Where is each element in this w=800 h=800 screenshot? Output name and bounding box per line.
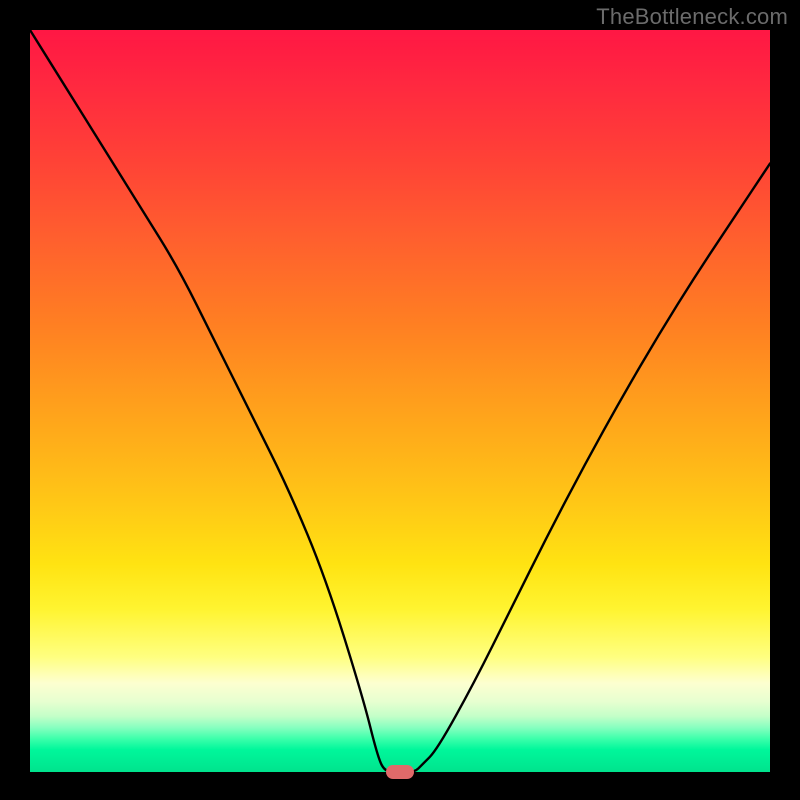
plot-area xyxy=(30,30,770,772)
watermark-label: TheBottleneck.com xyxy=(596,4,788,30)
chart-frame: TheBottleneck.com xyxy=(0,0,800,800)
optimum-marker xyxy=(386,765,414,779)
bottleneck-curve xyxy=(30,30,770,772)
